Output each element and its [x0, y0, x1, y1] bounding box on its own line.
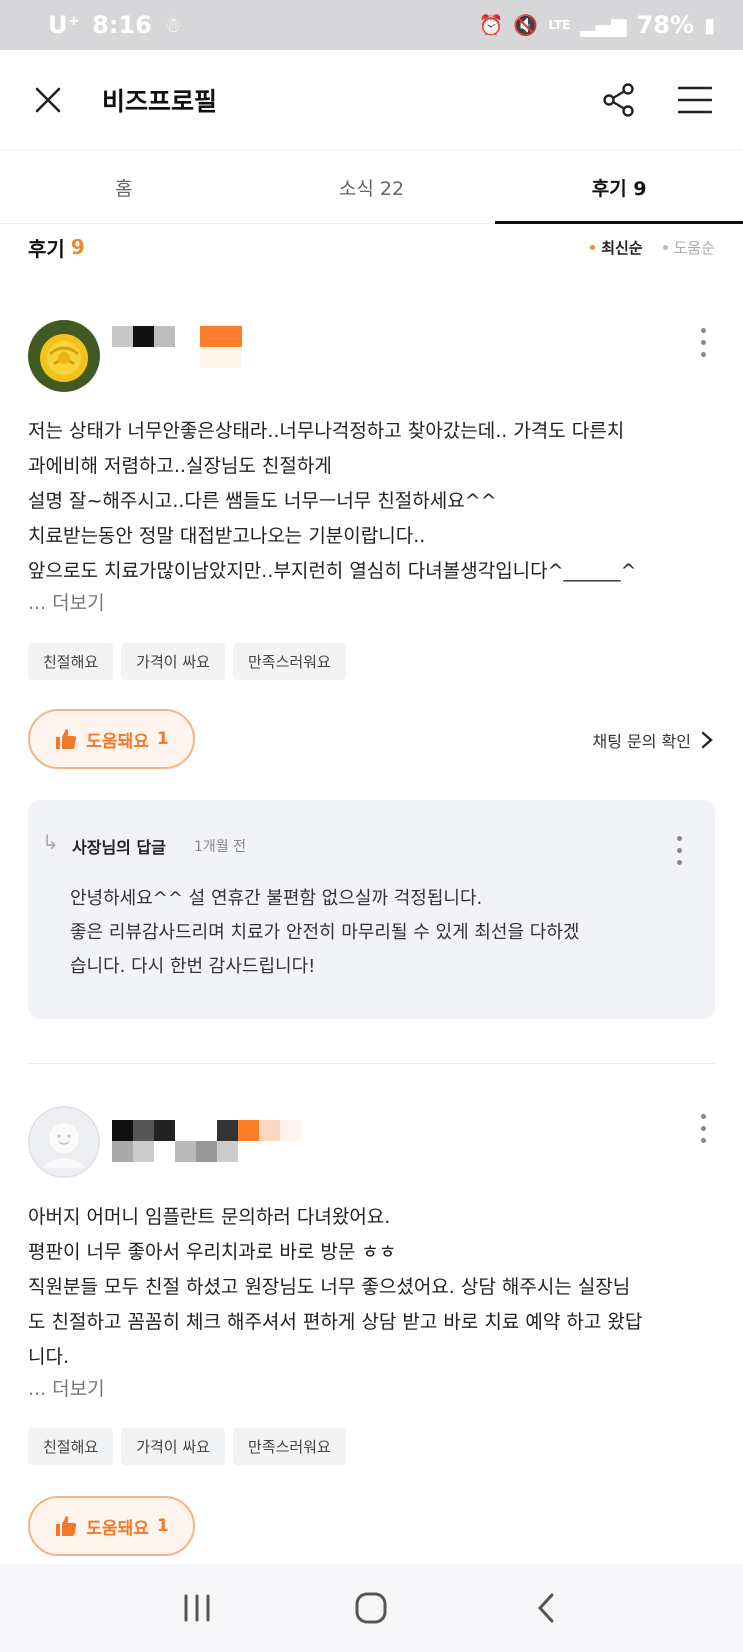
see-more-link[interactable]: ... 더보기: [28, 588, 105, 615]
carrier-label: U⁺: [48, 11, 81, 39]
avatar[interactable]: [28, 320, 100, 392]
clock: 8:16: [92, 11, 152, 39]
author-badge-blur: [200, 326, 242, 368]
battery-level: 78%: [636, 11, 694, 39]
tab-bar: 홈 소식 22 후기 9: [0, 151, 743, 224]
review-tags: 친절해요 가격이 싸요 만족스러워요: [28, 1428, 346, 1465]
back-icon[interactable]: [516, 1578, 576, 1638]
avatar[interactable]: [28, 1106, 100, 1178]
battery-icon: ▮: [703, 13, 715, 37]
reviews-count: 9: [70, 235, 85, 259]
tab-home[interactable]: 홈: [0, 151, 248, 223]
share-icon[interactable]: [599, 80, 639, 120]
chat-inquiry-label: 채팅 문의 확인: [592, 732, 692, 751]
notification-icon: ☃: [163, 13, 182, 37]
helpful-button[interactable]: 도움돼요 1: [28, 709, 195, 769]
helpful-count: 1: [156, 729, 169, 749]
system-nav-bar: [0, 1564, 743, 1652]
thumbs-up-icon: [56, 1516, 77, 1536]
reply-arrow-icon: ↳: [42, 830, 59, 854]
helpful-label: 도움돼요: [86, 1518, 149, 1539]
sort-options: 최신순 도움순: [590, 237, 715, 258]
see-more-link[interactable]: ... 더보기: [28, 1374, 105, 1401]
reviews-title: 후기: [28, 236, 65, 261]
review-body: 아버지 어머니 임플란트 문의하러 다녀왔어요. 평판이 너무 좋아서 우리치과…: [28, 1206, 643, 1368]
chat-inquiry-link[interactable]: 채팅 문의 확인: [593, 728, 714, 752]
sort-helpful[interactable]: 도움순: [662, 237, 715, 258]
reply-more-options-icon[interactable]: [667, 830, 691, 870]
review-body: 저는 상태가 너무안좋은상태라..너무나걱정하고 찾아갔는데.. 가격도 다른치…: [28, 420, 637, 582]
author-name-blur: [112, 1120, 301, 1162]
status-bar: U⁺ 8:16 ☃ ⏰ 🔇 LTE ▂▄▆ 78% ▮: [0, 0, 743, 50]
tag-chip: 친절해요: [28, 643, 114, 680]
home-icon[interactable]: [341, 1578, 401, 1638]
signal-icon: ▂▄▆: [580, 13, 627, 37]
menu-icon[interactable]: [675, 80, 715, 120]
app-bar: 비즈프로필: [0, 50, 743, 150]
review-tags: 친절해요 가격이 싸요 만족스러워요: [28, 643, 346, 680]
tag-chip: 만족스러워요: [232, 1428, 346, 1465]
helpful-label: 도움돼요: [86, 731, 149, 752]
alarm-icon: ⏰: [478, 13, 504, 37]
reviews-header: 후기 9 최신순 도움순: [28, 228, 715, 266]
more-options-icon[interactable]: [691, 1108, 715, 1148]
chevron-right-icon: [701, 731, 713, 749]
tag-chip: 가격이 싸요: [121, 1428, 225, 1465]
reply-time: 1개월 전: [194, 839, 246, 855]
tag-chip: 만족스러워요: [232, 643, 346, 680]
page-title: 비즈프로필: [102, 86, 218, 116]
sort-latest[interactable]: 최신순: [590, 237, 643, 258]
tag-chip: 친절해요: [28, 1428, 114, 1465]
tab-news[interactable]: 소식 22: [248, 151, 496, 223]
tag-chip: 가격이 싸요: [121, 643, 225, 680]
recents-icon[interactable]: [167, 1578, 227, 1638]
review-divider: [28, 1063, 715, 1064]
close-icon[interactable]: [28, 80, 68, 120]
network-label: LTE: [548, 18, 571, 32]
tab-reviews[interactable]: 후기 9: [495, 151, 743, 224]
helpful-button[interactable]: 도움돼요 1: [28, 1496, 195, 1556]
owner-reply: ↳ 사장님의 답글 1개월 전 안녕하세요^^ 설 연휴간 불편함 없으실까 걱…: [28, 800, 715, 1019]
more-options-icon[interactable]: [691, 322, 715, 362]
mute-icon: 🔇: [513, 13, 539, 37]
reply-author: 사장님의 답글: [72, 838, 166, 857]
reply-text: 안녕하세요^^ 설 연휴간 불편함 없으실까 걱정됩니다. 좋은 리뷰감사드리며…: [70, 888, 580, 977]
helpful-count: 1: [156, 1516, 169, 1536]
author-name-blur: [112, 326, 175, 347]
thumbs-up-icon: [56, 729, 77, 749]
